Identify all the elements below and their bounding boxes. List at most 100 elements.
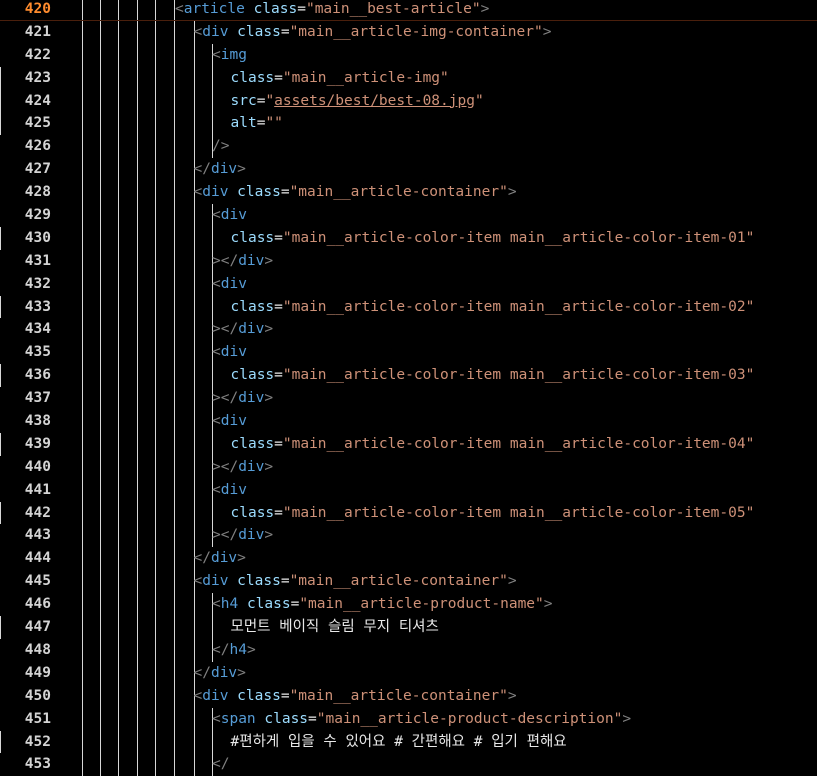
line-number: 443 [24,527,51,544]
code-token: ></ [212,321,239,338]
indent-guide [155,432,156,456]
code-token: "" [265,115,283,132]
indent-guide [82,226,83,250]
indent-guide [100,295,101,319]
code-line[interactable]: 437 ></div> [0,387,817,411]
indent-guide [118,341,119,365]
code-text: <div class="main__article-container"> [194,685,517,708]
code-token: "main__article-color-item main__article-… [282,229,755,246]
indent-guide [82,547,83,571]
indent-guide [194,753,195,776]
indent-guide [100,707,101,731]
indent-guide [137,730,138,754]
indent-guide [137,135,138,159]
indent-guide [137,524,138,548]
code-token: ></ [212,390,239,407]
indent-guide [212,89,213,113]
indent-guide [174,387,175,411]
code-token: "main__article-color-item main__article-… [282,504,755,521]
code-line[interactable]: 426 /> [0,135,817,159]
indent-guide [194,272,195,296]
code-token: div [220,344,247,361]
code-line[interactable]: 443 ></div> [0,524,817,548]
line-number: 423 [24,69,51,86]
indent-guide [100,20,101,44]
code-line[interactable]: 453 </ [0,753,817,776]
indent-guide [118,638,119,662]
code-token: "main__article-img" [282,69,449,86]
code-line[interactable]: 444 </div> [0,547,817,571]
code-editor[interactable]: 420 <article class="main__best-article"> 4… [0,0,817,776]
line-number: 428 [24,184,51,201]
code-line[interactable]: 438 <div [0,410,817,433]
indent-guide [155,364,156,388]
code-text: </div> [194,547,246,570]
code-line[interactable]: 422 <img [0,43,817,67]
code-text: <div [212,273,247,296]
code-token: "main__article-container" [289,184,508,201]
code-text: /> [212,135,229,158]
code-line[interactable]: 424 src="assets/best/best-08.jpg" [0,89,817,113]
code-line[interactable]: 445 <div class="main__article-container"> [0,570,817,594]
code-line[interactable]: 442 class="main__article-color-item main_… [0,501,817,525]
code-line[interactable]: 430 class="main__article-color-item main_… [0,226,817,250]
code-token: span [220,710,256,727]
code-token: </ [193,161,211,178]
code-line[interactable]: 451 <span class="main__article-product-de… [0,707,817,731]
indent-guide [137,226,138,250]
code-line[interactable]: 452 #편하게 입을 수 있어요 # 간편해요 # 입기 편해요 [0,730,817,754]
code-line[interactable]: 423 class="main__article-img" [0,66,817,90]
code-line[interactable]: 449 </div> [0,661,817,685]
code-token: = [280,687,290,704]
indent-guide [194,501,195,525]
code-line[interactable]: 436 class="main__article-color-item main_… [0,364,817,388]
indent-guide [155,616,156,639]
code-token: class [264,710,309,727]
indent-guide [82,364,83,388]
code-line[interactable]: 446 <h4 class="main__article-product-name… [0,593,817,617]
code-text: #편하게 입을 수 있어요 # 간편해요 # 입기 편해요 [231,731,567,754]
code-text: <div [212,410,247,433]
code-line[interactable]: 432 <div [0,272,817,296]
indent-guide [212,501,213,525]
code-line[interactable]: 439 class="main__article-color-item main_… [0,432,817,456]
code-line[interactable]: 433 class="main__article-color-item main_… [0,295,817,319]
indent-guide [100,0,101,20]
code-token: > [480,1,490,17]
line-number: 441 [24,481,51,498]
indent-guide [212,112,213,136]
code-token: div [220,413,247,430]
code-line[interactable]: 448 </h4> [0,638,817,662]
code-line[interactable]: 441 <div [0,478,817,502]
indent-guide [137,593,138,617]
code-line[interactable]: 447 모먼트 베이직 슬림 무지 티셔츠 [0,616,817,639]
code-line[interactable]: 440 ></div> [0,455,817,479]
indent-guide [100,158,101,182]
indent-guide [82,135,83,159]
code-line[interactable]: 425 alt="" [0,112,817,136]
code-line[interactable]: 421 <div class="main__article-img-contain… [0,20,817,44]
code-line[interactable]: 429 <div [0,204,817,227]
indent-guide [194,204,195,227]
code-line[interactable]: 431 ></div> [0,249,817,273]
code-line[interactable]: 450 <div class="main__article-container"> [0,684,817,708]
code-line[interactable]: 420 <article class="main__best-article"> [0,0,817,21]
indent-guide [118,753,119,776]
code-text: </h4> [212,639,256,662]
code-token: class [237,573,281,590]
indent-guide [174,364,175,388]
indent-guide [118,66,119,90]
code-line[interactable]: 427 </div> [0,158,817,182]
code-token: " [474,92,484,109]
indent-guide [174,226,175,250]
indent-guide [100,387,101,411]
code-token: 모먼트 베이직 슬림 무지 티셔츠 [230,619,439,636]
code-token: "main__article-color-item main__article-… [282,298,755,315]
code-line[interactable]: 428 <div class="main__article-container"> [0,181,817,205]
indent-guide [155,272,156,296]
indent-guide [174,89,175,113]
indent-guide [155,318,156,342]
code-line[interactable]: 435 <div [0,341,817,365]
code-line[interactable]: 434 ></div> [0,318,817,342]
code-token: class [246,596,291,613]
